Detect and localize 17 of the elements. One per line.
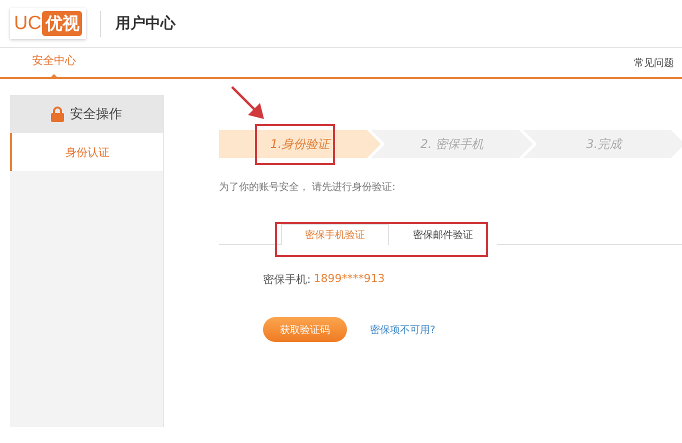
page-title: 用户中心	[115, 14, 176, 33]
help-link[interactable]: 常见问题	[634, 56, 674, 70]
phone-number: 1899****913	[314, 272, 385, 287]
get-code-button[interactable]: 获取验证码	[263, 317, 347, 342]
unavailable-link[interactable]: 密保项不可用?	[370, 322, 436, 336]
progress-step: 2. 密保手机	[371, 130, 533, 158]
logo: UC 优视	[10, 8, 86, 39]
sidebar-heading: 安全操作	[10, 95, 163, 133]
instruction-text: 为了你的账号安全， 请先进行身份验证:	[219, 180, 397, 194]
progress-step: 1.身份验证	[219, 130, 381, 158]
nav-tab[interactable]: 安全中心	[32, 48, 76, 77]
verification-tab[interactable]: 密保手机验证	[281, 224, 389, 245]
phone-label: 密保手机:	[263, 272, 311, 287]
annotation-arrow	[231, 86, 264, 119]
lock-icon	[51, 106, 64, 122]
progress-step: 3.完成	[523, 130, 682, 158]
sidebar-item[interactable]: 身份认证	[10, 133, 163, 171]
